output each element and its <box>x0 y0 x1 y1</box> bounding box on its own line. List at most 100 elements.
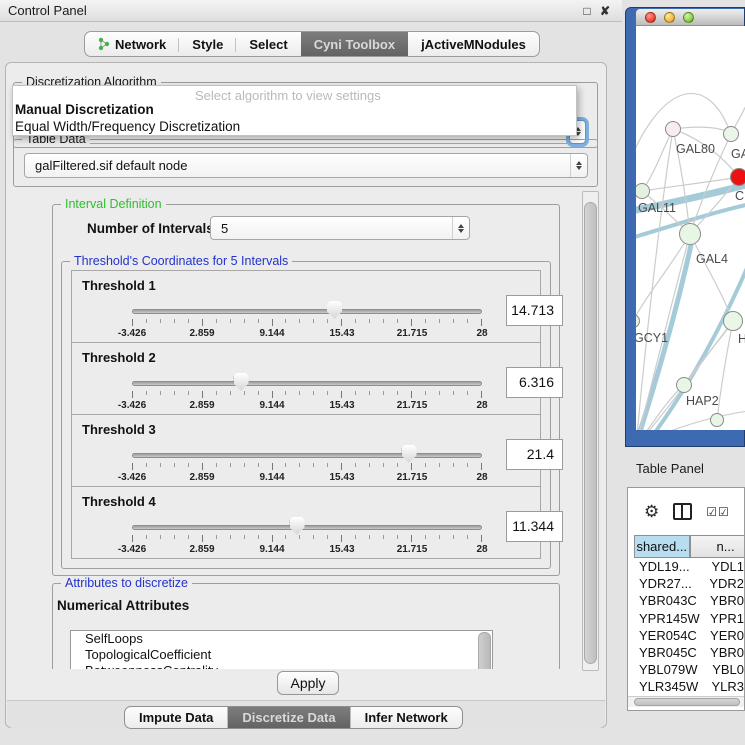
table-header: shared... n... <box>634 535 745 558</box>
table-row[interactable]: YBR043CYBR0 <box>634 592 744 609</box>
tab-infer-network[interactable]: Infer Network <box>351 707 462 728</box>
slider-scale: -3.4262.8599.14415.4321.71528 <box>132 544 482 556</box>
slider-ticks <box>132 535 482 543</box>
network-node[interactable] <box>676 377 692 393</box>
table-cell: YBR043C <box>634 593 706 608</box>
close-icon[interactable]: ✘ <box>596 4 614 18</box>
vertical-scrollbar[interactable] <box>582 191 599 671</box>
tab-select[interactable]: Select <box>236 32 300 56</box>
slider-scale: -3.4262.8599.14415.4321.71528 <box>132 472 482 484</box>
threshold-slider[interactable]: -3.4262.8599.14415.4321.71528 <box>132 297 482 343</box>
slider-scale: -3.4262.8599.14415.4321.71528 <box>132 400 482 412</box>
network-node[interactable] <box>636 314 640 328</box>
combo-value: galFiltered.sif default node <box>35 158 187 173</box>
slider-track[interactable] <box>132 381 482 386</box>
list-item[interactable]: TopologicalCoefficient <box>71 647 492 663</box>
table-cell: YPR1 <box>706 611 744 626</box>
control-panel-titlebar: Control Panel □ ✘ <box>0 0 622 22</box>
tab-discretize-data[interactable]: Discretize Data <box>228 707 350 728</box>
slider-track[interactable] <box>132 309 482 314</box>
scrollbar-thumb[interactable] <box>584 202 597 664</box>
list-item[interactable]: SelfLoops <box>71 631 492 647</box>
threshold-label: Threshold 1 <box>82 278 156 293</box>
network-nodes: GAL80GACGAL11GAL4GCY1HHAP2 <box>636 26 745 430</box>
list-scrollbar[interactable] <box>478 632 491 669</box>
slider-thumb[interactable] <box>290 517 305 535</box>
slider-thumb[interactable] <box>234 373 249 391</box>
table-cell: YDL19... <box>634 559 707 574</box>
column-header-shared[interactable]: shared... <box>634 535 690 558</box>
node-label: C <box>735 189 744 203</box>
table-row[interactable]: YDR27...YDR2 <box>634 575 744 592</box>
table-cell: YPR145W <box>634 611 706 626</box>
table-cell: YER054C <box>634 628 706 643</box>
node-label: HAP2 <box>686 394 719 408</box>
tab-network[interactable]: Network <box>85 32 179 56</box>
threshold-list: Threshold 1 -3.4262.8599.14415.4321.7152… <box>71 271 541 559</box>
network-node[interactable] <box>710 413 724 427</box>
numerical-attributes-list[interactable]: SelfLoopsTopologicalCoefficientBetweenne… <box>70 630 493 669</box>
network-node[interactable] <box>723 126 739 142</box>
close-traffic-light-icon[interactable] <box>645 12 656 23</box>
list-item[interactable]: BetweennessCentrality <box>71 663 492 669</box>
threshold-slider[interactable]: -3.4262.8599.14415.4321.71528 <box>132 513 482 559</box>
threshold-value-field[interactable]: 14.713 <box>506 295 563 326</box>
network-node[interactable] <box>665 121 681 137</box>
slider-track[interactable] <box>132 525 482 530</box>
tab-impute-data[interactable]: Impute Data <box>125 707 228 728</box>
node-label: GAL11 <box>638 201 676 215</box>
menu-item-manual-discretization[interactable]: Manual Discretization <box>15 101 574 118</box>
float-window-icon[interactable]: □ <box>578 4 596 18</box>
table-row[interactable]: YER054CYER0 <box>634 627 744 644</box>
network-canvas[interactable]: GAL80GACGAL11GAL4GCY1HHAP2 <box>636 26 745 430</box>
network-node[interactable] <box>636 183 650 199</box>
combo-stepper[interactable] <box>452 217 469 239</box>
table-row[interactable]: YPR145WYPR1 <box>634 610 744 627</box>
table-cell: YDR27... <box>634 576 705 591</box>
network-node[interactable] <box>730 168 745 186</box>
table-data-combobox[interactable]: galFiltered.sif default node <box>24 153 588 178</box>
apply-button[interactable]: Apply <box>277 671 339 695</box>
network-node[interactable] <box>679 223 701 245</box>
table-cell: YER0 <box>706 628 744 643</box>
slider-thumb[interactable] <box>402 445 417 463</box>
table-cell: YDL1 <box>707 559 744 574</box>
threshold-value-field[interactable]: 6.316 <box>506 367 563 398</box>
split-columns-icon[interactable] <box>673 503 692 520</box>
threshold-label: Threshold 3 <box>82 422 156 437</box>
network-node[interactable] <box>723 311 743 331</box>
table-row[interactable]: YBR045CYBR0 <box>634 644 744 661</box>
table-cell: YBL079W <box>634 662 708 677</box>
table-cell: YBR0 <box>706 593 744 608</box>
table-data-group: Table Data galFiltered.sif default node <box>13 139 598 187</box>
threshold-slider[interactable]: -3.4262.8599.14415.4321.71528 <box>132 369 482 415</box>
threshold-slider[interactable]: -3.4262.8599.14415.4321.71528 <box>132 441 482 487</box>
checkbox-icons[interactable]: ☑☑ <box>706 505 730 519</box>
slider-thumb[interactable] <box>327 301 342 319</box>
node-label: H <box>738 332 745 346</box>
table-cell: YBR045C <box>634 645 706 660</box>
interval-definition-group: Interval Definition Number of Intervals … <box>52 204 560 576</box>
gear-icon[interactable]: ⚙ <box>644 503 659 520</box>
table-row[interactable]: YDL19...YDL1 <box>634 558 744 575</box>
attributes-group: Attributes to discretize Numerical Attri… <box>52 583 560 669</box>
minimize-traffic-light-icon[interactable] <box>664 12 675 23</box>
tab-style[interactable]: Style <box>179 32 236 56</box>
threshold-value-field[interactable]: 21.4 <box>506 439 563 470</box>
node-label: GAL4 <box>696 252 728 266</box>
column-header-name[interactable]: n... <box>690 535 745 558</box>
zoom-traffic-light-icon[interactable] <box>683 12 694 23</box>
threshold-panel: Threshold 2 -3.4262.8599.14415.4321.7152… <box>71 342 541 415</box>
tab-jactivemnodules[interactable]: jActiveMNodules <box>408 32 539 56</box>
number-of-intervals-combobox[interactable]: 5 <box>210 216 470 240</box>
horizontal-scrollbar[interactable] <box>628 696 744 707</box>
table-row[interactable]: YLR345WYLR3 <box>634 678 744 695</box>
threshold-value-field[interactable]: 11.344 <box>506 511 563 542</box>
combo-stepper[interactable] <box>570 154 587 177</box>
table-rows: YDL19...YDL1YDR27...YDR2YBR043CYBR0YPR14… <box>634 558 744 696</box>
tab-cyni-toolbox[interactable]: Cyni Toolbox <box>301 32 408 56</box>
menu-item-equal-width-frequency[interactable]: Equal Width/Frequency Discretization <box>15 118 574 135</box>
table-row[interactable]: YBL079WYBL0 <box>634 661 744 678</box>
scrollbar-thumb[interactable] <box>634 698 740 706</box>
slider-track[interactable] <box>132 453 482 458</box>
